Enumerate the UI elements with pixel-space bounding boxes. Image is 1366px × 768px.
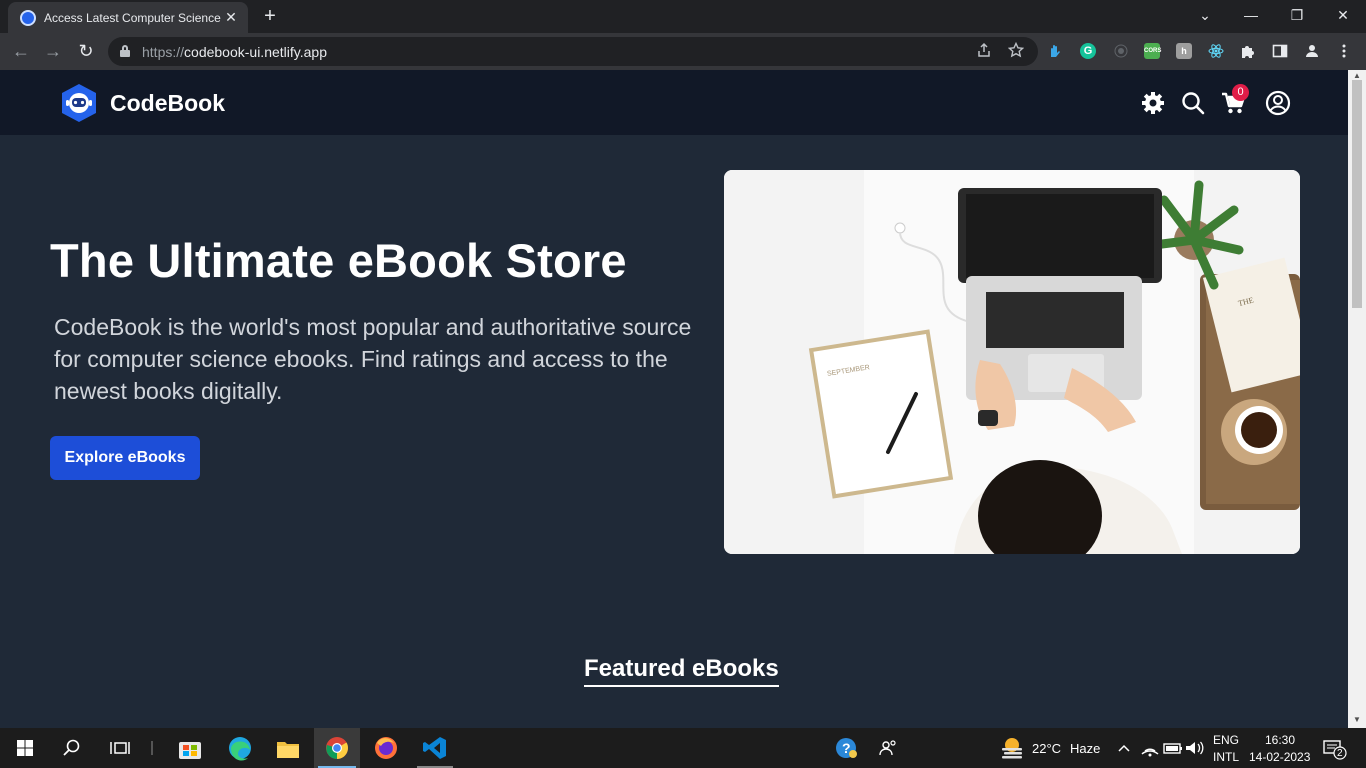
brand-link[interactable]: CodeBook — [60, 83, 225, 123]
scroll-up-icon[interactable]: ▲ — [1352, 72, 1362, 80]
windows-start-icon[interactable] — [11, 734, 39, 762]
browser-toolbar: ← → ↻ https://codebook-ui.netlify.app G … — [0, 33, 1366, 70]
explore-ebooks-button[interactable]: Explore eBooks — [50, 436, 200, 480]
browser-tab-strip: Access Latest Computer Science eBooks ✕ … — [0, 0, 1366, 33]
main-content: The Ultimate eBook Store CodeBook is the… — [0, 135, 1348, 728]
volume-icon[interactable] — [1180, 734, 1208, 762]
restore-button[interactable]: ❐ — [1274, 0, 1320, 30]
site-header: CodeBook 0 — [0, 70, 1348, 135]
forward-button[interactable]: → — [42, 41, 64, 63]
hero-title: The Ultimate eBook Store — [50, 234, 627, 287]
codebook-favicon-icon — [20, 9, 36, 26]
react-devtools-icon[interactable] — [1208, 43, 1224, 59]
tab-title: Access Latest Computer Science eBooks — [44, 10, 222, 25]
share-icon[interactable] — [974, 42, 994, 62]
hero-image: THE SEPTEMBER — [724, 170, 1300, 554]
brand-name: CodeBook — [110, 89, 225, 116]
edge-icon[interactable] — [226, 734, 254, 762]
tab-search-chevron-icon[interactable]: ⌄ — [1182, 0, 1228, 30]
extension-hand-icon[interactable] — [1047, 43, 1063, 59]
browser-tab[interactable]: Access Latest Computer Science eBooks ✕ — [8, 2, 248, 33]
back-button[interactable]: ← — [10, 41, 32, 63]
clock-date[interactable]: 14-02-2023 — [1249, 750, 1310, 764]
language-code[interactable]: ENG — [1213, 733, 1239, 747]
scroll-down-icon[interactable]: ▼ — [1352, 716, 1362, 724]
people-icon[interactable] — [874, 734, 902, 762]
lock-icon[interactable] — [120, 45, 130, 57]
microsoft-store-icon[interactable] — [176, 734, 204, 762]
url-scheme: https:// — [142, 44, 185, 60]
notifications-icon[interactable] — [1320, 734, 1348, 762]
weather-haze-icon[interactable] — [998, 734, 1026, 762]
vscode-icon[interactable] — [421, 734, 449, 762]
reload-button[interactable]: ↻ — [75, 41, 97, 63]
close-window-button[interactable]: ✕ — [1320, 0, 1366, 30]
weather-description[interactable]: Haze — [1070, 741, 1100, 756]
chrome-icon[interactable] — [323, 734, 351, 762]
hero-description: CodeBook is the world's most popular and… — [54, 314, 692, 404]
notifications-count: 2 — [1337, 748, 1343, 759]
menu-icon[interactable] — [1336, 43, 1352, 59]
new-tab-button[interactable]: + — [258, 6, 282, 28]
gear-icon[interactable] — [1140, 90, 1166, 116]
featured-ebooks-heading: Featured eBooks — [584, 655, 779, 687]
scroll-thumb[interactable] — [1352, 80, 1362, 308]
user-icon[interactable] — [1265, 90, 1291, 116]
address-bar[interactable]: https://codebook-ui.netlify.app — [108, 37, 1038, 66]
extensions-puzzle-icon[interactable] — [1240, 43, 1256, 59]
side-panel-icon[interactable] — [1272, 43, 1288, 59]
grammarly-icon[interactable]: G — [1080, 43, 1096, 59]
cart-count-badge: 0 — [1232, 84, 1249, 101]
clock-time[interactable]: 16:30 — [1265, 733, 1295, 747]
page-scrollbar[interactable]: ▲ ▼ — [1348, 70, 1366, 728]
url-host: codebook-ui.netlify.app — [184, 44, 327, 60]
firefox-icon[interactable] — [372, 734, 400, 762]
tab-close-icon[interactable]: ✕ — [222, 9, 240, 26]
keyboard-layout[interactable]: INTL — [1213, 750, 1239, 764]
url-text[interactable]: https://codebook-ui.netlify.app — [142, 44, 327, 60]
extension-dot-icon[interactable] — [1113, 43, 1129, 59]
weather-temperature[interactable]: 22°C — [1032, 741, 1061, 756]
windows-taskbar: ? 22°C Haze ENG INTL 16:30 14-02-2023 2 — [0, 728, 1366, 768]
help-icon[interactable]: ? — [832, 734, 860, 762]
file-explorer-icon[interactable] — [274, 734, 302, 762]
cors-icon[interactable]: CORS — [1144, 43, 1161, 59]
task-view-icon[interactable] — [106, 734, 134, 762]
taskbar-search-icon[interactable] — [58, 734, 86, 762]
profile-icon[interactable] — [1304, 43, 1320, 59]
codebook-logo-icon — [62, 84, 96, 122]
chevron-up-icon[interactable] — [1110, 734, 1138, 762]
bookmark-star-icon[interactable] — [1006, 41, 1026, 62]
extension-h-icon[interactable]: h — [1176, 43, 1192, 59]
minimize-button[interactable]: — — [1228, 0, 1274, 30]
search-icon[interactable] — [1180, 90, 1206, 116]
